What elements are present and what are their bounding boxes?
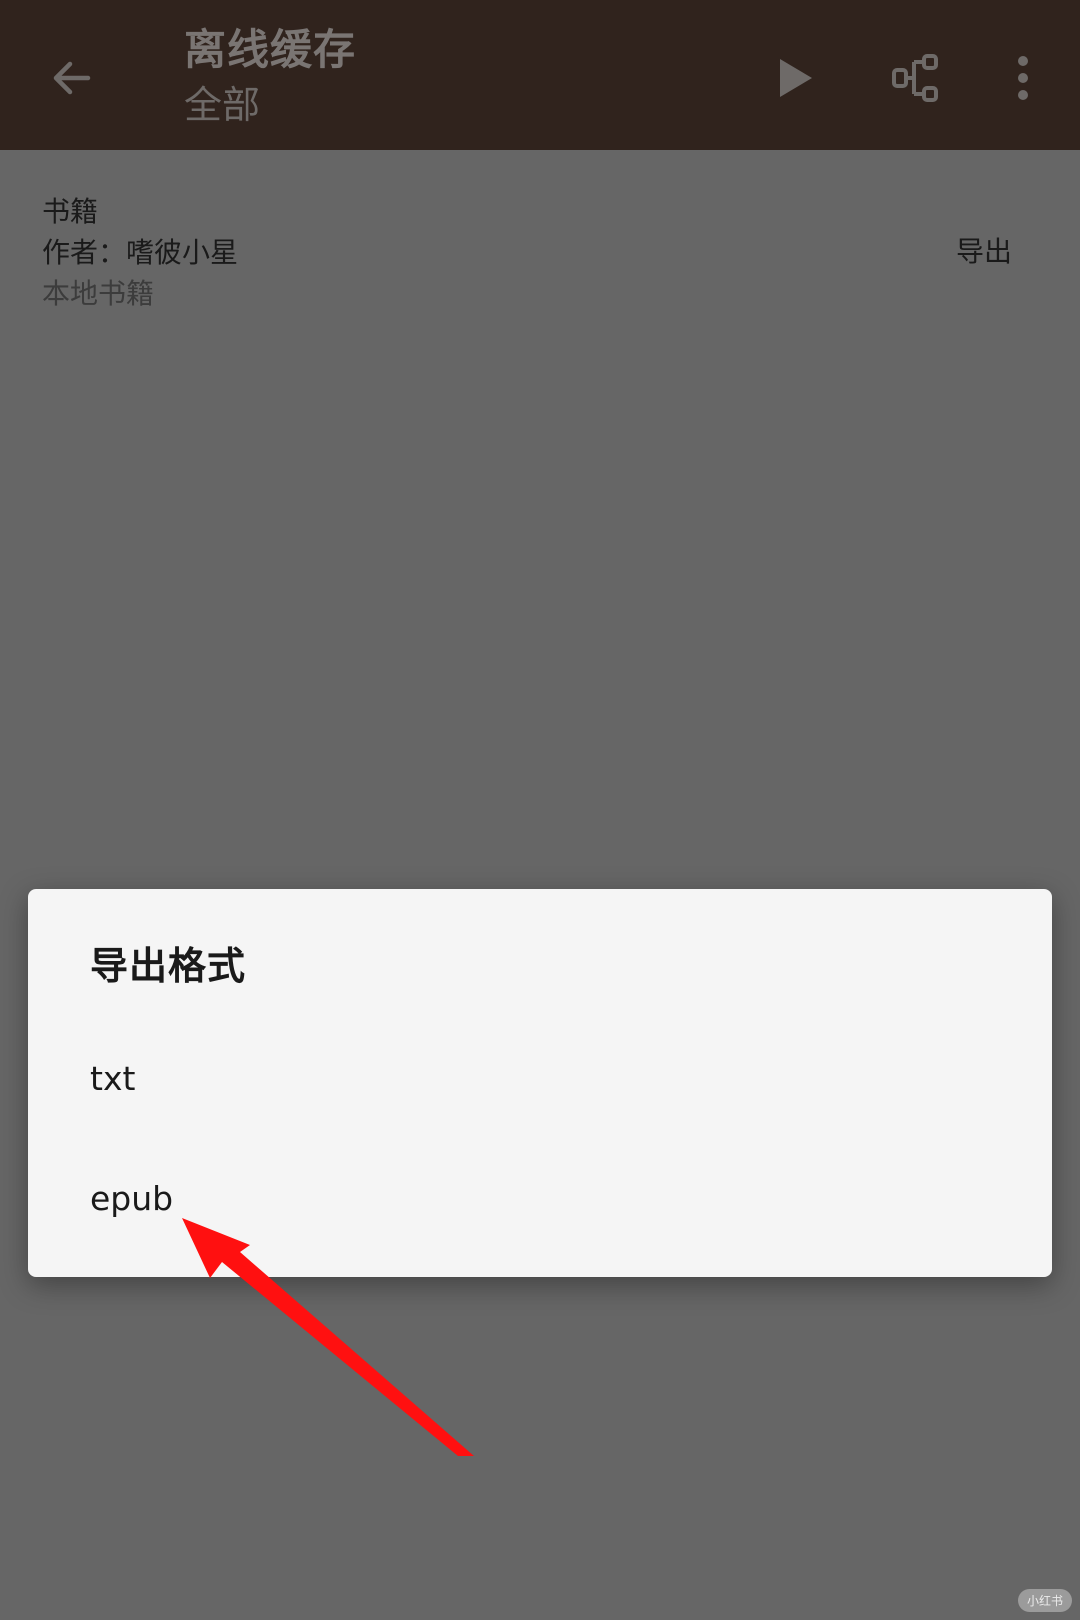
page-title: 离线缓存: [184, 25, 357, 74]
watermark: 小红书: [1017, 1589, 1072, 1612]
option-epub[interactable]: epub: [28, 1139, 1052, 1257]
option-label: txt: [90, 1059, 136, 1098]
page-subtitle: 全部: [184, 83, 261, 127]
play-button[interactable]: [748, 30, 844, 126]
export-button[interactable]: 导出: [956, 232, 1012, 272]
dialog-title: 导出格式: [90, 944, 247, 988]
title-block: 离线缓存 全部: [184, 22, 356, 132]
more-vertical-icon: [1018, 56, 1028, 100]
export-format-dialog: 导出格式 txt epub: [28, 889, 1052, 1277]
book-source: 本地书籍: [42, 277, 155, 310]
more-options-button[interactable]: [975, 30, 1071, 126]
option-txt[interactable]: txt: [28, 1019, 1052, 1137]
tree-structure-button[interactable]: [868, 30, 964, 126]
app-bar: 离线缓存 全部: [0, 0, 1080, 150]
tree-structure-icon: [892, 54, 938, 102]
book-title: 书籍: [42, 195, 99, 228]
book-list-item[interactable]: 书籍 作者：嗜彼小星 本地书籍 导出: [0, 150, 1080, 330]
option-label: epub: [90, 1179, 174, 1218]
arrow-back-icon: [53, 61, 91, 95]
back-button[interactable]: [24, 30, 120, 126]
play-icon: [780, 59, 812, 97]
book-author: 作者：嗜彼小星: [42, 236, 239, 269]
